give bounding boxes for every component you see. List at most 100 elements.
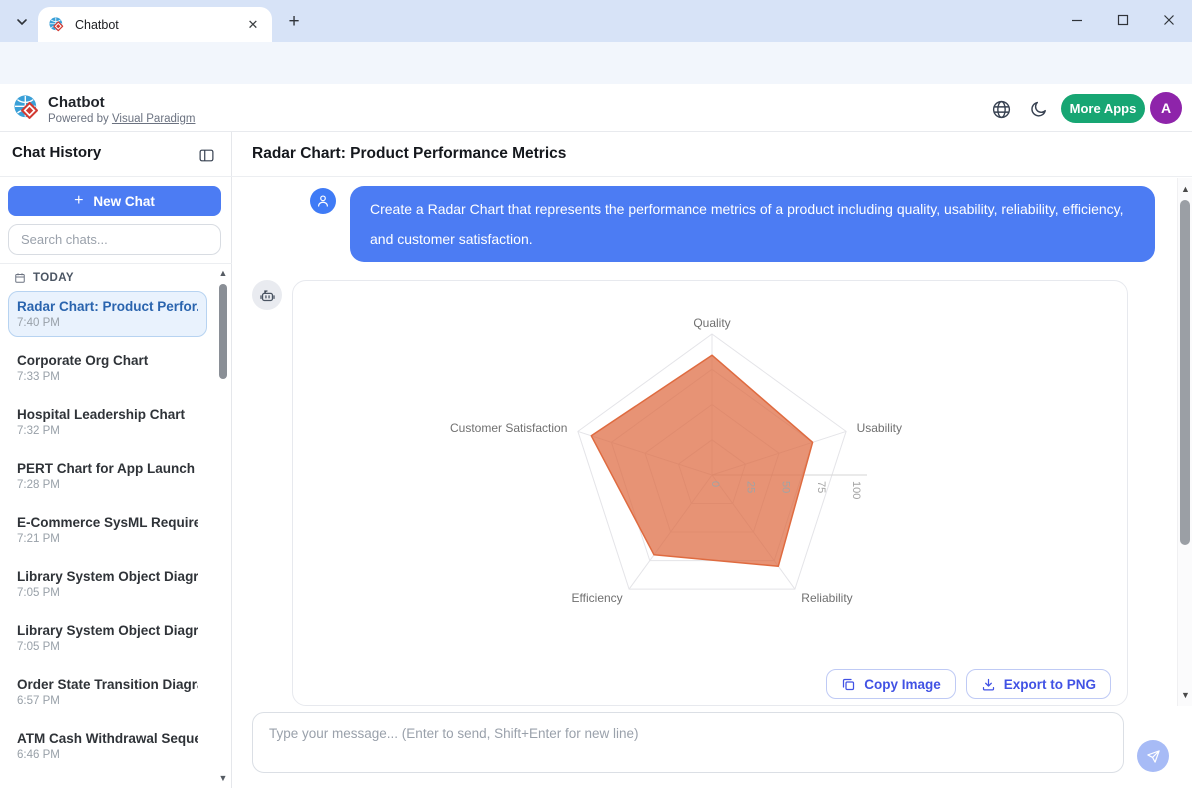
download-icon [981,677,996,692]
powered-by-prefix: Powered by [48,113,112,125]
chat-item-title: E-Commerce SysML Require... [17,515,198,530]
radar-axis-label: Quality [693,316,730,330]
page-title-row: Radar Chart: Product Performance Metrics [232,132,1192,177]
chat-item-time: 7:21 PM [17,533,198,545]
chat-history-item[interactable]: PERT Chart for App Launch 7:28 PM [8,453,207,499]
favicon-visual-paradigm [48,16,65,33]
browser-tab[interactable]: Chatbot ✕ [38,7,272,42]
browser-toolbar: ai-toolbox.visual-paradigm.com/app/chatb… [0,42,1192,84]
chart-actions: Copy Image Export to PNG [826,669,1111,699]
chat-item-title: Library System Object Diagr... [17,569,198,584]
collapse-sidebar-icon[interactable] [196,145,216,165]
radar-data-polygon [591,355,812,566]
more-apps-button[interactable]: More Apps [1061,94,1145,123]
tab-close-icon[interactable]: ✕ [244,16,262,34]
chat-item-time: 6:46 PM [17,749,198,761]
chat-item-time: 7:33 PM [17,371,198,383]
user-message-avatar [310,188,336,214]
sidebar-scroll-up-arrow[interactable]: ▲ [218,268,228,278]
app-title: Chatbot [48,94,105,111]
export-png-label: Export to PNG [1004,677,1096,692]
scroll-down-arrow[interactable]: ▼ [1180,690,1191,700]
radar-tick-label: 25 [744,481,756,493]
sidebar-scrollbar-thumb[interactable] [219,284,227,379]
chart-response-card: 0 25 50 75 100 Quality Usability Reliability Eff… [292,280,1128,706]
main-area: Radar Chart: Product Performance Metrics… [232,132,1192,788]
plus-icon: + [74,192,83,210]
window-maximize-button[interactable] [1100,0,1146,40]
chat-history-item[interactable]: E-Commerce SysML Require... 7:21 PM [8,507,207,553]
content-area: Chat History + New Chat TODAY Radar Chart… [0,132,1192,788]
chat-history-item[interactable]: ATM Cash Withdrawal Seque... 6:46 PM [8,723,207,769]
message-input-area [232,706,1192,788]
bot-avatar-icon [252,280,282,310]
new-chat-button[interactable]: + New Chat [8,186,221,216]
copy-image-label: Copy Image [864,677,941,692]
chat-item-title: PERT Chart for App Launch [17,461,198,476]
tab-search-chevron-icon[interactable] [8,8,36,36]
radar-axis-label: Reliability [801,591,852,605]
main-scrollbar[interactable]: ▲ ▼ [1177,178,1192,706]
chat-item-title: Library System Object Diagr... [17,623,198,638]
export-png-button[interactable]: Export to PNG [966,669,1111,699]
chat-item-title: Order State Transition Diagra... [17,677,198,692]
copy-image-button[interactable]: Copy Image [826,669,956,699]
chat-messages-area: Create a Radar Chart that represents the… [232,178,1177,706]
window-minimize-button[interactable] [1054,0,1100,40]
send-plane-icon [1146,749,1161,764]
today-section-header: TODAY [14,272,232,284]
chat-history-item[interactable]: Library System Object Diagr... 7:05 PM [8,561,207,607]
language-globe-icon[interactable] [987,95,1015,123]
tab-title: Chatbot [75,18,244,32]
radar-axis-label: Customer Satisfaction [450,421,567,435]
page-title: Radar Chart: Product Performance Metrics [252,145,566,163]
sidebar-header: Chat History [0,132,232,177]
browser-titlebar: Chatbot ✕ + [0,0,1192,42]
app-logo-visual-paradigm [12,93,41,122]
chat-item-time: 7:40 PM [17,317,198,329]
user-avatar[interactable]: A [1150,92,1182,124]
main-scrollbar-thumb[interactable] [1180,200,1190,545]
chat-items-container: Radar Chart: Product Perfor... 7:40 PM Cor… [0,291,232,769]
chat-item-title: Corporate Org Chart [17,353,198,368]
search-chats-input[interactable] [8,224,221,255]
radar-axis-label: Usability [857,421,902,435]
chat-item-time: 7:32 PM [17,425,198,437]
radar-tick-label: 75 [815,481,827,493]
chat-history-item[interactable]: Corporate Org Chart 7:33 PM [8,345,207,391]
send-button[interactable] [1137,740,1169,772]
sidebar: Chat History + New Chat TODAY Radar Chart… [0,132,232,788]
visual-paradigm-link[interactable]: Visual Paradigm [112,113,196,125]
chat-history-title: Chat History [12,144,101,161]
chat-item-time: 6:57 PM [17,695,198,707]
radar-axis-label: Efficiency [572,591,623,605]
chat-history-item[interactable]: Order State Transition Diagra... 6:57 PM [8,669,207,715]
dark-mode-moon-icon[interactable] [1024,95,1052,123]
user-message-bubble: Create a Radar Chart that represents the… [350,186,1155,262]
chat-history-item[interactable]: Radar Chart: Product Perfor... 7:40 PM [8,291,207,337]
radar-tick-label: 50 [780,481,792,493]
powered-by-text: Powered by Visual Paradigm [48,113,195,125]
scroll-up-arrow[interactable]: ▲ [1180,184,1191,194]
window-close-button[interactable] [1146,0,1192,40]
new-tab-button[interactable]: + [282,10,306,34]
chat-history-item[interactable]: Hospital Leadership Chart 7:32 PM [8,399,207,445]
chat-item-title: ATM Cash Withdrawal Seque... [17,731,198,746]
message-input[interactable] [252,712,1124,773]
calendar-icon [14,272,26,284]
radar-tick-label: 100 [850,481,862,499]
sidebar-scroll-down-arrow[interactable]: ▼ [218,773,228,783]
chat-item-title: Hospital Leadership Chart [17,407,198,422]
copy-icon [841,677,856,692]
new-chat-label: New Chat [93,194,155,209]
chat-item-time: 7:05 PM [17,587,198,599]
window-controls [1054,0,1192,40]
chat-history-item[interactable]: Library System Object Diagr... 7:05 PM [8,615,207,661]
chat-item-time: 7:28 PM [17,479,198,491]
chat-item-title: Radar Chart: Product Perfor... [17,299,198,314]
chat-history-list: TODAY Radar Chart: Product Perfor... 7:40… [0,263,232,788]
chat-item-time: 7:05 PM [17,641,198,653]
radar-chart-svg: 0 25 50 75 100 Quality Usability Reliability Eff… [293,281,1129,705]
radar-tick-label: 0 [709,481,721,487]
today-label: TODAY [33,272,74,284]
